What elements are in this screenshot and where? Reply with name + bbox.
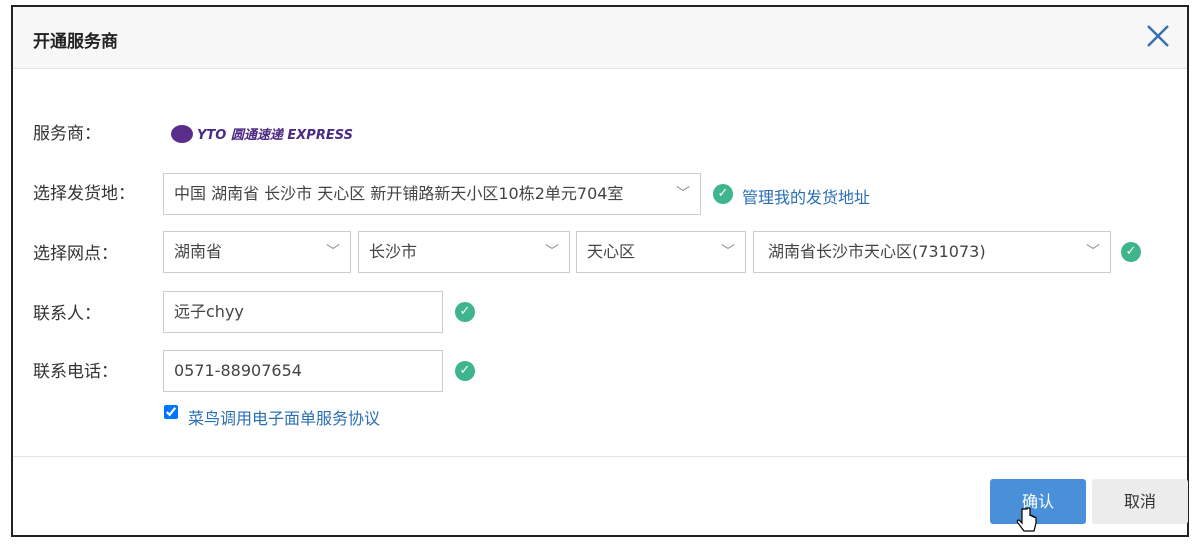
origin-value: 中国 湖南省 长沙市 天心区 新开铺路新天小区10栋2单元704室 [174,184,624,203]
provider-label: 服务商： [33,124,101,144]
contact-input[interactable]: 远子chyy [163,291,443,333]
hand-cursor-icon [1016,507,1037,532]
agreement-link[interactable]: 菜鸟调用电子面单服务协议 [188,405,380,429]
phone-input[interactable]: 0571-88907654 [163,350,443,392]
check-icon: ✓ [455,302,475,322]
yto-express-logo: YTO 圆通速递 EXPRESS [171,124,353,143]
open-provider-dialog: 开通服务商 服务商： YTO 圆通速递 EXPRESS 选择发货地： 中国 湖南… [11,5,1189,537]
dialog-header: 开通服务商 [13,7,1187,69]
origin-label: 选择发货地： [33,184,135,204]
manage-address-link[interactable]: 管理我的发货地址 [742,184,870,208]
district-value: 天心区 [587,242,636,261]
province-value: 湖南省 [174,242,223,261]
contact-label: 联系人： [33,304,101,324]
city-select[interactable]: 长沙市 ﹀ [358,231,570,273]
province-select[interactable]: 湖南省 ﹀ [163,231,351,273]
check-icon: ✓ [1121,242,1141,262]
dialog-title: 开通服务商 [33,32,118,52]
branch-value: 湖南省长沙市天心区(731073) [768,242,986,261]
contact-value: 远子chyy [174,302,244,321]
branch-select[interactable]: 湖南省长沙市天心区(731073) ﹀ [753,231,1111,273]
chevron-down-icon: ﹀ [1086,244,1100,260]
chevron-down-icon: ﹀ [721,244,735,260]
city-value: 长沙市 [369,242,418,261]
close-icon[interactable] [1143,21,1173,51]
chevron-down-icon: ﹀ [676,186,690,202]
yto-logo-text: YTO 圆通速递 EXPRESS [197,128,353,143]
confirm-button[interactable]: 确认 [990,479,1086,524]
branch-label: 选择网点： [33,244,118,264]
footer-divider [13,456,1187,457]
phone-value: 0571-88907654 [174,361,302,380]
check-icon: ✓ [713,184,733,204]
district-select[interactable]: 天心区 ﹀ [576,231,746,273]
yto-logo-mark-icon [171,124,193,143]
cancel-button[interactable]: 取消 [1092,479,1188,524]
phone-label: 联系电话： [33,362,118,382]
agreement-checkbox[interactable] [164,405,178,419]
chevron-down-icon: ﹀ [326,244,340,260]
origin-select[interactable]: 中国 湖南省 长沙市 天心区 新开铺路新天小区10栋2单元704室 ﹀ [163,173,701,215]
chevron-down-icon: ﹀ [545,244,559,260]
check-icon: ✓ [455,361,475,381]
